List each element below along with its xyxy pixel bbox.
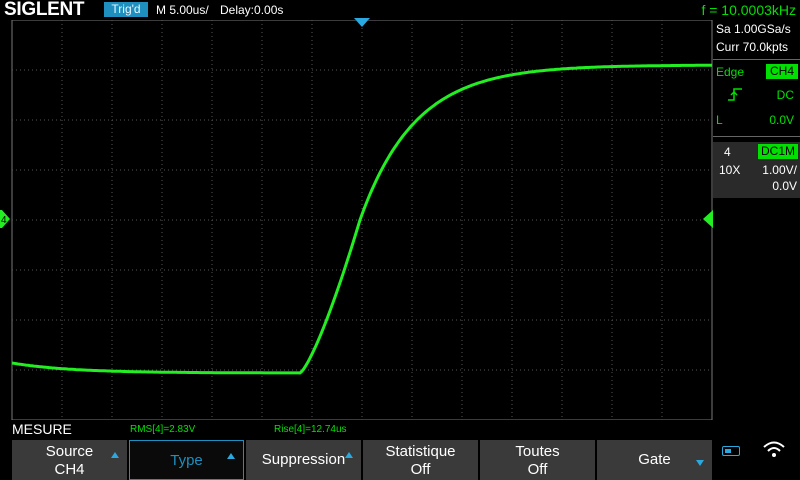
softkey-label: Toutes xyxy=(515,443,560,460)
frequency-counter: f = 10.0003kHz xyxy=(701,2,796,18)
softkey-statistics[interactable]: Statistique Off xyxy=(363,440,478,480)
rise-time-measurement: Rise[4]=12.74us xyxy=(274,424,347,435)
top-status-bar: SIGLENT Trig'd M 5.00us/ Delay:0.00s f =… xyxy=(0,0,800,20)
channel-offset-label: 4 xyxy=(1,215,7,226)
softkey-label: Suppression xyxy=(261,451,346,468)
softkey-suppression[interactable]: Suppression xyxy=(246,440,361,480)
softkey-type[interactable]: Type xyxy=(129,440,244,480)
arrow-up-icon xyxy=(111,452,119,458)
softkey-label: Source xyxy=(45,443,94,460)
probe-attenuation: 10X xyxy=(719,163,741,177)
trigger-level-label: L xyxy=(716,113,723,127)
waveform-display[interactable]: 4 xyxy=(0,18,716,420)
timebase-readout[interactable]: M 5.00us/ xyxy=(156,1,209,19)
softkey-menu: Source CH4 Type Suppression Statistique … xyxy=(0,438,800,480)
arrow-down-icon xyxy=(696,460,704,466)
wifi-icon[interactable] xyxy=(762,440,786,458)
graticule xyxy=(11,20,713,420)
trigger-status-badge: Trig'd xyxy=(104,2,148,17)
right-info-panel: Sa 1.00GSa/s Curr 70.0kpts Edge CH4 DC L… xyxy=(713,20,800,420)
channel-offset: 0.0V xyxy=(772,179,797,193)
softkey-label: Statistique xyxy=(385,443,456,460)
trigger-level-value: 0.0V xyxy=(769,113,794,127)
softkey-source[interactable]: Source CH4 xyxy=(12,440,127,480)
softkey-value: Off xyxy=(527,461,548,478)
softkey-all-measurements[interactable]: Toutes Off xyxy=(480,440,595,480)
memory-depth: Curr 70.0kpts xyxy=(716,40,789,54)
divider xyxy=(713,59,800,60)
channel-offset-icon[interactable]: 4 xyxy=(0,210,10,228)
arrow-up-icon xyxy=(227,453,235,459)
rising-edge-icon xyxy=(728,88,742,101)
trigger-level-icon[interactable] xyxy=(703,210,713,228)
softkey-label: Gate xyxy=(638,451,671,468)
battery-icon xyxy=(722,446,740,456)
channel-4-info[interactable]: 4 DC1M 10X 1.00V/ 0.0V xyxy=(713,142,800,198)
menu-title: MESURE xyxy=(12,421,72,437)
channel-number: 4 xyxy=(724,145,731,159)
channel-coupling-badge: DC1M xyxy=(758,144,798,159)
softkey-value: CH4 xyxy=(54,461,85,478)
softkey-gate[interactable]: Gate xyxy=(597,440,712,480)
delay-readout[interactable]: Delay:0.00s xyxy=(220,1,283,19)
trigger-source-badge[interactable]: CH4 xyxy=(766,64,798,79)
rms-measurement: RMS[4]=2.83V xyxy=(130,424,196,435)
arrow-up-icon xyxy=(345,452,353,458)
sample-rate: Sa 1.00GSa/s xyxy=(716,22,791,36)
volts-per-div: 1.00V/ xyxy=(762,163,797,177)
divider xyxy=(713,136,800,137)
trigger-type[interactable]: Edge xyxy=(716,65,744,79)
softkey-value: Off xyxy=(410,461,431,478)
trigger-position-icon[interactable] xyxy=(354,18,370,28)
trigger-coupling: DC xyxy=(776,88,794,102)
brand-logo: SIGLENT xyxy=(4,0,85,20)
